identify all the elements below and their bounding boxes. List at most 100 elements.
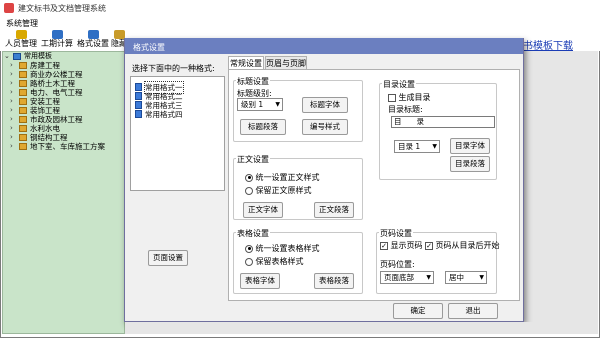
- document-icon: [135, 110, 142, 118]
- page-number-position-label: 页码位置:: [380, 260, 415, 269]
- body-option-unified[interactable]: 统一设置正文样式: [245, 172, 320, 183]
- body-paragraph-button[interactable]: 正文段落: [314, 202, 354, 218]
- status-bar: [125, 322, 598, 334]
- radio-button[interactable]: [245, 173, 253, 182]
- person-icon: [15, 30, 27, 39]
- checkbox-label: 生成目录: [398, 93, 431, 102]
- toolbar-schedule-calc[interactable]: 工期计算: [40, 30, 74, 50]
- folder-icon: [19, 88, 27, 96]
- chevron-right-icon: ›: [10, 115, 13, 123]
- checkbox[interactable]: ✓: [380, 241, 388, 250]
- toc-paragraph-button[interactable]: 目录段落: [450, 156, 490, 172]
- folder-icon: [19, 79, 27, 87]
- menu-system[interactable]: 系统管理: [6, 18, 38, 29]
- checkbox[interactable]: [388, 93, 396, 102]
- tree-item[interactable]: › 地下室、车库施工方案: [10, 141, 105, 151]
- toolbar-format-settings[interactable]: 格式设置: [76, 30, 110, 50]
- toc-group-label: 目录设置: [382, 79, 416, 90]
- radio-button[interactable]: [245, 186, 253, 195]
- radio-label: 统一设置表格样式: [255, 244, 320, 253]
- body-option-keep[interactable]: 保留正文原样式: [245, 185, 312, 196]
- table-font-button[interactable]: 表格字体: [240, 273, 280, 289]
- document-icon: [135, 101, 142, 109]
- folder-icon: [19, 142, 27, 150]
- folder-icon: [19, 133, 27, 141]
- body-group-label: 正文设置: [236, 154, 270, 165]
- body-font-button[interactable]: 正文字体: [243, 202, 283, 218]
- folder-icon: [19, 70, 27, 78]
- dialog-title-bar[interactable]: [125, 38, 523, 54]
- toc-level-value: 目录 1: [398, 142, 421, 151]
- chevron-right-icon: ›: [10, 70, 13, 78]
- folder-icon: [19, 106, 27, 114]
- tab-header-footer[interactable]: 页眉与页脚: [265, 56, 307, 70]
- folder-icon: [19, 97, 27, 105]
- toc-title-label: 目录标题:: [388, 105, 423, 114]
- position-value: 页面底部: [384, 273, 414, 282]
- radio-label: 保留正文原样式: [255, 186, 312, 195]
- radio-label: 统一设置正文样式: [255, 173, 320, 182]
- page-setup-button[interactable]: 页面设置: [148, 250, 188, 266]
- generate-toc-checkbox[interactable]: 生成目录: [388, 92, 431, 103]
- toc-font-button[interactable]: 目录字体: [450, 138, 490, 154]
- chevron-right-icon: ›: [10, 124, 13, 132]
- folder-icon: [19, 115, 27, 123]
- folder-icon: [19, 124, 27, 132]
- chevron-down-icon: ▼: [432, 143, 437, 150]
- chevron-right-icon: ›: [10, 106, 13, 114]
- table-option-unified[interactable]: 统一设置表格样式: [245, 243, 320, 254]
- heading-font-button[interactable]: 标题字体: [302, 97, 348, 113]
- hide-icon: [113, 30, 125, 39]
- calculator-icon: [51, 30, 63, 39]
- exit-button[interactable]: 退出: [448, 303, 498, 319]
- toc-title-input[interactable]: 目 录: [391, 116, 495, 128]
- menu-bar: [0, 16, 600, 29]
- toolbar-label: 格式设置: [77, 39, 109, 48]
- document-icon: [135, 92, 142, 100]
- document-icon: [135, 83, 142, 91]
- page-number-position-select[interactable]: 页面底部 ▼: [380, 271, 434, 284]
- toc-level-select[interactable]: 目录 1 ▼: [394, 140, 440, 153]
- chevron-right-icon: ›: [10, 79, 13, 87]
- table-paragraph-button[interactable]: 表格段落: [314, 273, 354, 289]
- choose-format-label: 选择下面中的一种格式:: [132, 64, 215, 73]
- page-number-from-toc-checkbox[interactable]: ✓ 页码从目录后开始: [425, 240, 500, 251]
- chevron-right-icon: ›: [10, 88, 13, 96]
- radio-button[interactable]: [245, 257, 253, 266]
- checkbox[interactable]: ✓: [425, 241, 433, 250]
- toolbar-label: 工期计算: [41, 39, 73, 48]
- chevron-down-icon: ▼: [275, 101, 280, 108]
- folder-icon: [19, 61, 27, 69]
- heading-group-label: 标题设置: [236, 76, 270, 87]
- radio-button[interactable]: [245, 244, 253, 253]
- format-item-label: 常用格式四: [145, 109, 183, 119]
- chevron-down-icon: ▼: [426, 274, 431, 281]
- heading-paragraph-button[interactable]: 标题段落: [240, 119, 286, 135]
- toolbar-person-management[interactable]: 人员管理: [4, 30, 38, 50]
- chevron-right-icon: ›: [10, 142, 13, 150]
- tree-item-label: 地下室、车库施工方案: [30, 141, 105, 151]
- table-group-label: 表格设置: [236, 228, 270, 239]
- show-page-number-checkbox[interactable]: ✓ 显示页码: [380, 240, 423, 251]
- app-icon: [4, 3, 14, 13]
- align-value: 居中: [449, 273, 464, 282]
- checkbox-label: 显示页码: [390, 241, 423, 250]
- folder-icon: [13, 52, 21, 60]
- chevron-right-icon: ›: [10, 133, 13, 141]
- chevron-down-icon: ▼: [479, 274, 484, 281]
- format-item[interactable]: 常用格式四: [135, 109, 183, 119]
- number-style-button[interactable]: 编号样式: [302, 119, 348, 135]
- window-title: 建文标书及文档管理系统: [18, 4, 106, 13]
- dialog-title: 格式设置: [133, 43, 165, 52]
- tab-general[interactable]: 常规设置: [228, 56, 264, 70]
- ok-button[interactable]: 确定: [393, 303, 443, 319]
- table-option-keep[interactable]: 保留表格样式: [245, 256, 304, 267]
- page-number-align-select[interactable]: 居中 ▼: [445, 271, 487, 284]
- toolbar-label: 人员管理: [5, 39, 37, 48]
- heading-level-select[interactable]: 级别 1 ▼: [237, 98, 283, 111]
- chevron-right-icon: ›: [10, 61, 13, 69]
- format-icon: [87, 30, 99, 39]
- chevron-right-icon: ›: [10, 97, 13, 105]
- page-number-group-label: 页码设置: [379, 228, 413, 239]
- heading-level-value: 级别 1: [241, 100, 264, 109]
